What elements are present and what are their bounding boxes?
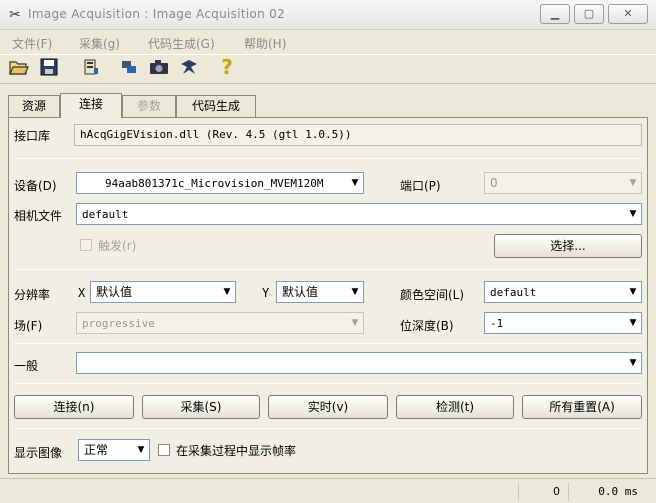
menu-codegen[interactable]: 代码生成(G) <box>148 35 215 52</box>
menu-help[interactable]: 帮助(H) <box>244 35 286 52</box>
interface-label: 接口库 <box>14 129 51 143</box>
chevron-down-icon: ▼ <box>629 358 637 368</box>
chevron-down-icon: ▼ <box>629 178 637 188</box>
minimize-button[interactable]: ▁ <box>540 4 570 24</box>
resolution-x-label: X <box>78 286 86 300</box>
acquire-button[interactable]: 采集(S) <box>142 395 260 419</box>
color-space-label: 颜色空间(L) <box>400 288 465 302</box>
save-icon[interactable] <box>38 58 60 80</box>
color-space-select[interactable]: default ▼ <box>484 281 642 303</box>
app-icon[interactable]: ✂ <box>6 6 24 24</box>
live-icon[interactable] <box>178 58 200 80</box>
chevron-down-icon: ▼ <box>629 287 637 297</box>
bit-depth-select[interactable]: -1 ▼ <box>484 312 642 334</box>
chevron-down-icon: ▼ <box>629 318 637 328</box>
field-select[interactable]: progressive ▼ <box>76 312 364 334</box>
general-label: 一般 <box>14 359 39 373</box>
separator <box>14 269 642 270</box>
detect-button[interactable]: 检测(t) <box>396 395 514 419</box>
tab-resources[interactable]: 资源 <box>8 95 60 117</box>
separator <box>14 383 642 384</box>
framerate-checkbox[interactable] <box>158 444 170 456</box>
camera-file-label: 相机文件 <box>14 209 63 223</box>
window-title: Image Acquisition : Image Acquisition 02 <box>28 7 285 21</box>
display-select[interactable]: 正常 ▼ <box>78 439 150 461</box>
status-count: 0 <box>518 483 568 501</box>
open-folder-icon[interactable] <box>8 58 30 80</box>
resolution-x-select[interactable]: 默认值 ▼ <box>90 281 236 303</box>
chevron-down-icon: ▼ <box>137 445 145 455</box>
status-time: 0.0 ms <box>568 483 646 501</box>
tab-connection[interactable]: 连接 <box>60 93 122 118</box>
menu-acquire[interactable]: 采集(g) <box>79 35 120 52</box>
resolution-y-value: 默认值 <box>282 285 319 299</box>
framerate-label: 在采集过程中显示帧率 <box>176 444 297 458</box>
chevron-down-icon: ▼ <box>223 287 231 297</box>
port-value: 0 <box>490 176 498 190</box>
separator <box>14 158 642 159</box>
display-value: 正常 <box>84 443 109 457</box>
chevron-down-icon: ▼ <box>351 318 359 328</box>
select-button[interactable]: 选择... <box>494 234 642 258</box>
chevron-down-icon: ▼ <box>351 178 359 188</box>
color-space-value: default <box>490 286 537 299</box>
maximize-button[interactable]: ▢ <box>574 4 604 24</box>
device-label: 设备(D) <box>14 179 57 193</box>
camera-file-select[interactable]: default ▼ <box>76 203 642 225</box>
field-label: 场(F) <box>14 319 43 333</box>
bit-depth-value: -1 <box>490 317 504 330</box>
trigger-checkbox[interactable] <box>80 239 92 251</box>
camera-file-value: default <box>82 208 129 221</box>
resolution-label: 分辨率 <box>14 288 51 302</box>
menu-file[interactable]: 文件(F) <box>12 35 52 52</box>
tab-parameters[interactable]: 参数 <box>122 95 176 117</box>
device-select[interactable]: 94aab801371c_Microvision_MVEM120M ▼ <box>76 172 364 194</box>
general-select[interactable]: ▼ <box>76 352 642 374</box>
resolution-x-value: 默认值 <box>96 285 133 299</box>
tab-codegen[interactable]: 代码生成 <box>176 95 256 117</box>
port-select[interactable]: 0 ▼ <box>484 172 642 194</box>
resolution-y-label: Y <box>262 286 270 300</box>
resolution-y-select[interactable]: 默认值 ▼ <box>276 281 364 303</box>
live-button[interactable]: 实时(v) <box>268 395 388 419</box>
device-icon[interactable] <box>80 58 102 80</box>
interface-field: hAcqGigEVision.dll (Rev. 4.5 (gtl 1.0.5)… <box>74 124 642 146</box>
connect-icon[interactable] <box>118 58 140 80</box>
close-button[interactable]: ✕ <box>608 4 648 24</box>
field-value: progressive <box>82 317 155 330</box>
bit-depth-label: 位深度(B) <box>400 319 454 333</box>
chevron-down-icon: ▼ <box>351 287 359 297</box>
camera-icon[interactable] <box>148 58 170 80</box>
connect-button[interactable]: 连接(n) <box>14 395 134 419</box>
device-value: 94aab801371c_Microvision_MVEM120M <box>105 177 324 190</box>
port-label: 端口(P) <box>400 179 441 193</box>
help-icon[interactable]: ? <box>216 56 238 78</box>
chevron-down-icon: ▼ <box>629 209 637 219</box>
separator <box>14 343 642 344</box>
reset-all-button[interactable]: 所有重置(A) <box>522 395 642 419</box>
display-label: 显示图像 <box>14 446 63 460</box>
trigger-label: 触发(r) <box>98 239 137 253</box>
separator <box>14 428 642 429</box>
